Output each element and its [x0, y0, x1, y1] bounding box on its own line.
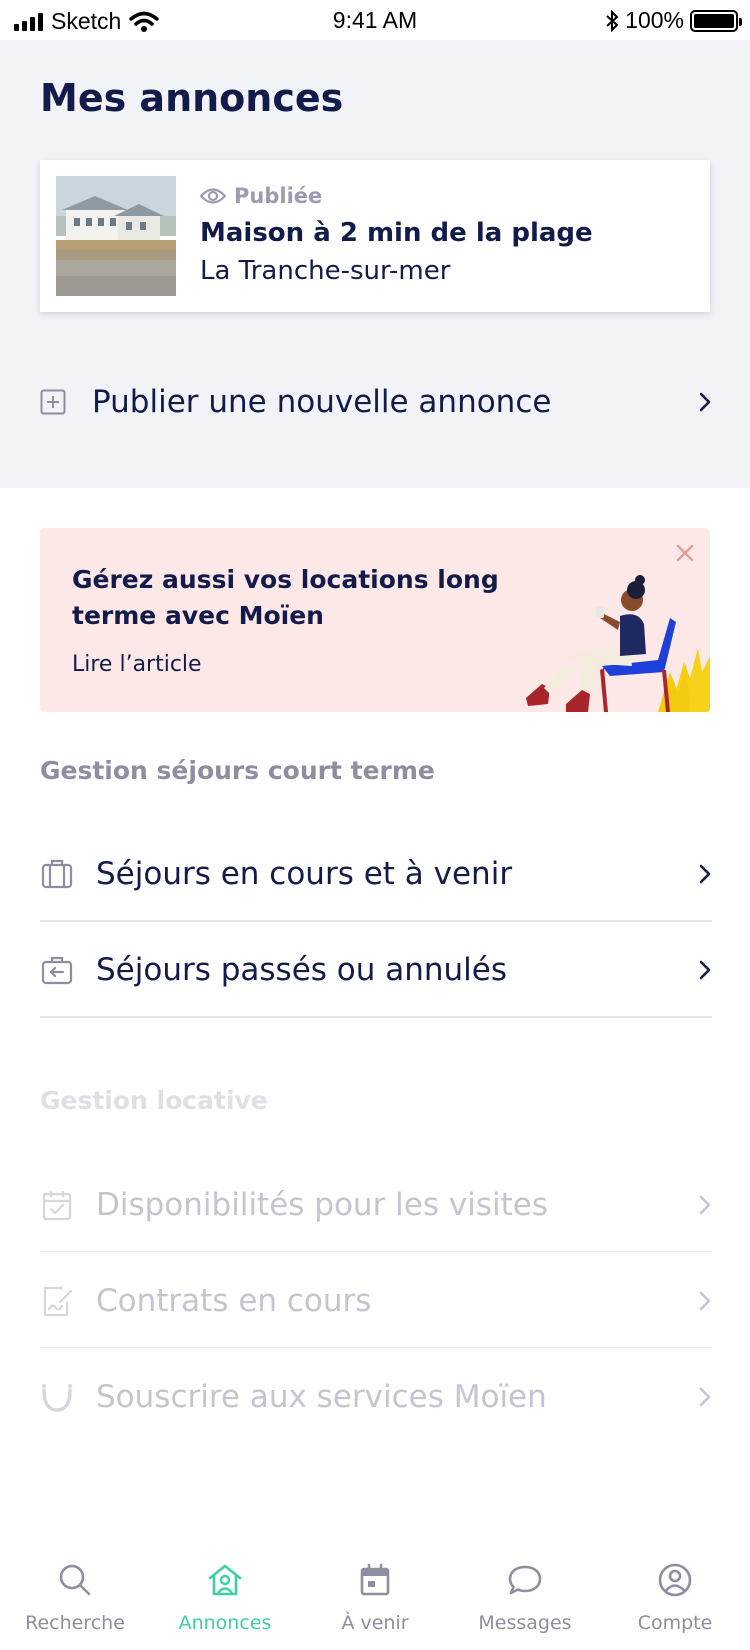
search-icon: [59, 1564, 91, 1596]
tab-label: À venir: [341, 1612, 409, 1634]
section-header-short-term: Gestion séjours court terme: [40, 756, 435, 785]
publish-label: Publier une nouvelle annonce: [92, 384, 552, 420]
menu-label: Disponibilités pour les visites: [96, 1186, 548, 1223]
tab-annonces[interactable]: Annonces: [150, 1540, 300, 1650]
calendar-icon: [360, 1563, 390, 1596]
menu-item-current-stays[interactable]: Séjours en cours et à venir: [40, 828, 712, 922]
menu-label: Séjours passés ou annulés: [96, 952, 508, 988]
menu-item-contracts[interactable]: Contrats en cours: [40, 1254, 712, 1348]
promo-title: Gérez aussi vos locations long terme ave…: [72, 565, 499, 630]
page-title: Mes annonces: [40, 76, 344, 120]
menu-label: Séjours en cours et à venir: [96, 856, 513, 892]
chevron-right-icon: [699, 960, 711, 980]
menu-item-past-stays[interactable]: Séjours passés ou annulés: [40, 924, 712, 1018]
moien-logo-icon: [42, 1384, 72, 1412]
tab-label: Compte: [637, 1612, 713, 1634]
chevron-right-icon: [699, 1387, 711, 1407]
house-user-icon: [208, 1564, 242, 1596]
listing-photo: [56, 176, 176, 296]
add-square-icon: [40, 389, 66, 415]
contract-sign-icon: [43, 1286, 73, 1316]
chat-bubble-icon: [508, 1565, 542, 1595]
eye-icon: [200, 188, 226, 204]
menu-item-moien-services[interactable]: Souscrire aux services Moïen: [40, 1350, 712, 1444]
battery-percent: 100%: [625, 7, 684, 33]
tab-compte[interactable]: Compte: [600, 1540, 750, 1650]
tab-label: Messages: [478, 1612, 572, 1634]
publish-listing-button[interactable]: Publier une nouvelle annonce: [40, 380, 712, 424]
menu-label: Contrats en cours: [96, 1282, 372, 1319]
tab-label: Recherche: [25, 1612, 125, 1634]
calendar-check-icon: [42, 1190, 72, 1220]
account-icon: [658, 1563, 692, 1597]
listing-status: Publiée: [200, 184, 322, 208]
promo-banner[interactable]: Gérez aussi vos locations long terme ave…: [40, 528, 710, 712]
status-bar: Sketch 9:41 AM 100%: [0, 0, 750, 40]
tab-label: Annonces: [178, 1612, 272, 1634]
section-header-rental: Gestion locative: [40, 1086, 268, 1115]
listing-title: Maison à 2 min de la plage: [200, 218, 593, 248]
close-icon[interactable]: [674, 542, 696, 564]
suitcase-return-icon: [41, 956, 73, 985]
listing-card[interactable]: Publiée Maison à 2 min de la plage La Tr…: [40, 160, 710, 312]
chevron-right-icon: [699, 392, 711, 412]
tab-recherche[interactable]: Recherche: [0, 1540, 150, 1650]
bluetooth-icon: [606, 9, 619, 32]
menu-item-visit-availability[interactable]: Disponibilités pour les visites: [40, 1158, 712, 1252]
menu-label: Souscrire aux services Moïen: [96, 1379, 547, 1415]
tab-a-venir[interactable]: À venir: [300, 1540, 450, 1650]
chevron-right-icon: [699, 1291, 711, 1310]
battery-icon: [690, 9, 742, 32]
battery-area: 100%: [605, 7, 742, 34]
tab-messages[interactable]: Messages: [450, 1540, 600, 1650]
woman-reading-illustration: [526, 575, 710, 712]
read-article-link[interactable]: Lire l’article: [72, 652, 202, 677]
suitcase-icon: [41, 859, 73, 889]
listings-section: Mes annonces Publiée Maison à 2 min de l…: [0, 40, 750, 488]
listing-location: La Tranche-sur-mer: [200, 256, 451, 286]
chevron-right-icon: [699, 864, 711, 884]
tab-bar: Recherche Annonces À venir Messages Comp…: [0, 1540, 750, 1650]
listing-status-label: Publiée: [234, 184, 323, 208]
chevron-right-icon: [699, 1195, 711, 1214]
